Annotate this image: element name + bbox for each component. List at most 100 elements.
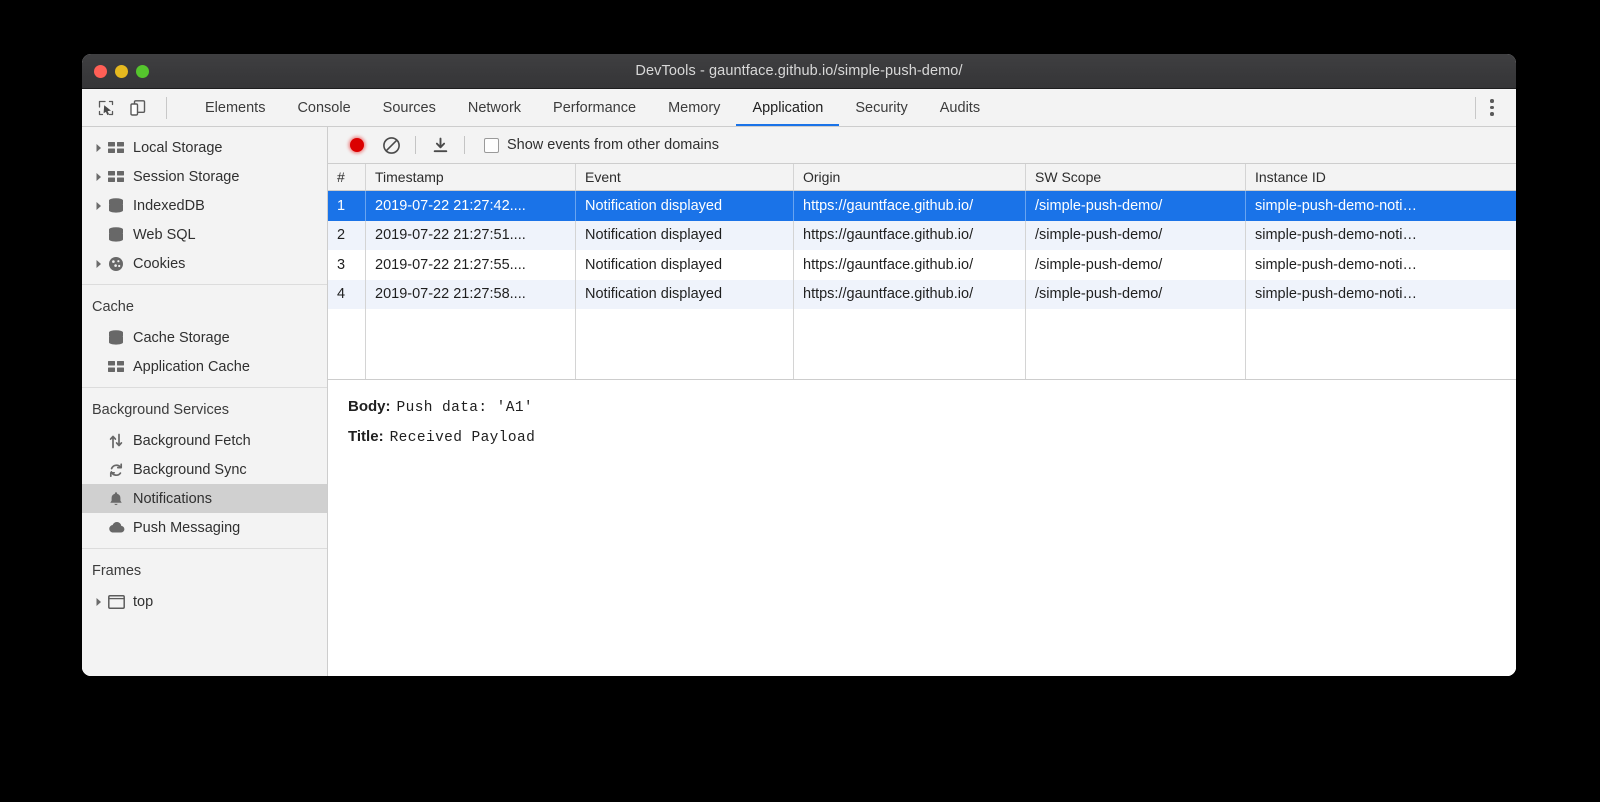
cell-index: 2 (328, 221, 366, 251)
minimize-button[interactable] (115, 65, 128, 78)
show-other-domains-checkbox[interactable]: Show events from other domains (484, 137, 719, 153)
cell-instance-id: simple-push-demo-noti… (1246, 221, 1516, 251)
sidebar-item-label: Cache Storage (133, 330, 230, 346)
sidebar-item-background-fetch[interactable]: Background Fetch (82, 426, 327, 455)
frame-icon (106, 595, 126, 609)
clear-button[interactable] (374, 132, 408, 158)
cell-event: Notification displayed (576, 221, 794, 251)
sidebar-item-push-messaging[interactable]: Push Messaging (82, 513, 327, 542)
close-button[interactable] (94, 65, 107, 78)
column-header-event[interactable]: Event (576, 164, 794, 190)
inspect-cursor-icon[interactable] (96, 98, 116, 118)
window-controls[interactable] (94, 54, 149, 89)
table-row[interactable]: 3 2019-07-22 21:27:55.... Notification d… (328, 250, 1516, 280)
notifications-toolbar: Show events from other domains (328, 127, 1516, 164)
datagrid-body: 1 2019-07-22 21:27:42.... Notification d… (328, 191, 1516, 379)
tab-audits[interactable]: Audits (924, 89, 996, 126)
event-detail-panel: Body: Push data: 'A1' Title: Received Pa… (328, 380, 1516, 676)
record-button[interactable] (340, 132, 374, 158)
bell-icon (106, 491, 126, 507)
sidebar-item-label: Background Fetch (133, 433, 251, 449)
sidebar-item-local-storage[interactable]: Local Storage (82, 133, 327, 162)
zoom-button[interactable] (136, 65, 149, 78)
sidebar-item-cache-storage[interactable]: Cache Storage (82, 323, 327, 352)
column-header-origin[interactable]: Origin (794, 164, 1026, 190)
cell-sw-scope: /simple-push-demo/ (1026, 191, 1246, 221)
sidebar-item-label: top (133, 594, 153, 610)
table-row[interactable]: 1 2019-07-22 21:27:42.... Notification d… (328, 191, 1516, 221)
checkbox-box[interactable] (484, 138, 499, 153)
tab-elements[interactable]: Elements (189, 89, 281, 126)
sidebar-item-cookies[interactable]: Cookies (82, 249, 327, 278)
empty-col (1026, 309, 1246, 379)
export-button[interactable] (423, 132, 457, 158)
table-icon (106, 141, 126, 155)
database-icon (106, 227, 126, 242)
sidebar-item-indexeddb[interactable]: IndexedDB (82, 191, 327, 220)
empty-col (576, 309, 794, 379)
tabbar-right-group (1469, 89, 1516, 126)
chevron-right-icon[interactable] (92, 259, 106, 269)
detail-body-value: Push data: 'A1' (397, 400, 534, 416)
sidebar-item-notifications[interactable]: Notifications (82, 484, 327, 513)
tab-network[interactable]: Network (452, 89, 537, 126)
database-icon (106, 198, 126, 213)
cell-sw-scope: /simple-push-demo/ (1026, 280, 1246, 310)
tab-sources[interactable]: Sources (367, 89, 452, 126)
cell-origin: https://gauntface.github.io/ (794, 250, 1026, 280)
column-header-index[interactable]: # (328, 164, 366, 190)
tab-console[interactable]: Console (281, 89, 366, 126)
sidebar-group-storage: Local Storage (82, 133, 327, 284)
detail-title-line: Title: Received Payload (348, 428, 1516, 446)
tab-security[interactable]: Security (839, 89, 923, 126)
column-header-instance-id[interactable]: Instance ID (1246, 164, 1516, 190)
cookie-icon (106, 256, 126, 272)
cell-timestamp: 2019-07-22 21:27:55.... (366, 250, 576, 280)
sidebar-item-top[interactable]: top (82, 587, 327, 616)
record-icon (350, 138, 364, 152)
chevron-right-icon[interactable] (92, 597, 106, 607)
sidebar-item-session-storage[interactable]: Session Storage (82, 162, 327, 191)
updown-arrows-icon (106, 433, 126, 449)
table-icon (106, 360, 126, 374)
sidebar-item-application-cache[interactable]: Application Cache (82, 352, 327, 381)
tab-application[interactable]: Application (736, 89, 839, 126)
download-icon (431, 136, 450, 155)
sidebar-item-background-sync[interactable]: Background Sync (82, 455, 327, 484)
window-titlebar: DevTools - gauntface.github.io/simple-pu… (82, 54, 1516, 89)
tab-performance[interactable]: Performance (537, 89, 652, 126)
chevron-right-icon[interactable] (92, 143, 106, 153)
sidebar-item-label: Session Storage (133, 169, 239, 185)
sidebar-item-label: Notifications (133, 491, 212, 507)
sync-icon (106, 462, 126, 478)
empty-col (794, 309, 1026, 379)
kebab-menu-icon[interactable] (1482, 98, 1502, 118)
events-datagrid[interactable]: # Timestamp Event Origin SW Scope Instan… (328, 164, 1516, 380)
clear-icon (382, 136, 401, 155)
cell-instance-id: simple-push-demo-noti… (1246, 280, 1516, 310)
main-panel: Show events from other domains # Timesta… (328, 127, 1516, 676)
chevron-right-icon[interactable] (92, 172, 106, 182)
tabbar-divider (166, 97, 167, 119)
table-row[interactable]: 2 2019-07-22 21:27:51.... Notification d… (328, 221, 1516, 251)
cell-index: 1 (328, 191, 366, 221)
cell-instance-id: simple-push-demo-noti… (1246, 191, 1516, 221)
tabbar-tools (82, 89, 183, 126)
column-header-timestamp[interactable]: Timestamp (366, 164, 576, 190)
chevron-right-icon[interactable] (92, 201, 106, 211)
device-toolbar-icon[interactable] (128, 98, 148, 118)
cell-timestamp: 2019-07-22 21:27:51.... (366, 221, 576, 251)
sidebar-item-label: Web SQL (133, 227, 196, 243)
table-row[interactable]: 4 2019-07-22 21:27:58.... Notification d… (328, 280, 1516, 310)
empty-col (1246, 309, 1516, 379)
tab-memory[interactable]: Memory (652, 89, 736, 126)
devtools-body: Local Storage (82, 127, 1516, 676)
sidebar-item-web-sql[interactable]: Web SQL (82, 220, 327, 249)
datagrid-header: # Timestamp Event Origin SW Scope Instan… (328, 164, 1516, 191)
table-icon (106, 170, 126, 184)
cell-event: Notification displayed (576, 250, 794, 280)
column-header-sw-scope[interactable]: SW Scope (1026, 164, 1246, 190)
sidebar-item-label: IndexedDB (133, 198, 205, 214)
cell-event: Notification displayed (576, 191, 794, 221)
devtools-tabs: Elements Console Sources Network Perform… (189, 89, 996, 126)
